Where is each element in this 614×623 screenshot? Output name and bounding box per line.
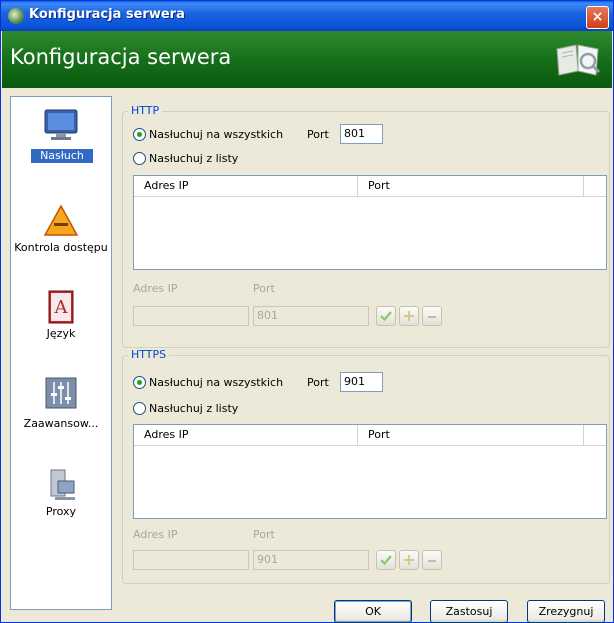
title-bar[interactable]: Konfiguracja serwera ×: [1, 1, 613, 31]
http-port-label: Port: [307, 128, 329, 141]
svg-text:A: A: [54, 297, 69, 318]
https-listen-list-label: Nasłuchuj z listy: [149, 402, 239, 415]
sidebar: Nasłuch Kontrola dostępu A Język Zaawans…: [10, 96, 112, 610]
http-group: HTTP Nasłuchuj na wszystkich Port 801 Na…: [122, 104, 610, 348]
http-list-header: Adres IP Port: [134, 176, 606, 197]
https-address-list[interactable]: Adres IP Port: [133, 424, 607, 519]
https-list-header: Adres IP Port: [134, 425, 606, 446]
sliders-icon: [45, 377, 77, 409]
https-col-port[interactable]: Port: [358, 425, 584, 445]
https-ip-input[interactable]: [133, 550, 249, 570]
http-listen-all-radio[interactable]: [133, 128, 146, 141]
http-listen-all-label: Nasłuchuj na wszystkich: [149, 128, 284, 141]
http-port-input[interactable]: 801: [340, 124, 383, 144]
https-listen-all-radio[interactable]: [133, 376, 146, 389]
access-control-label: Kontrola dostępu: [14, 241, 108, 254]
app-icon: [8, 8, 24, 24]
sidebar-item-label: Proxy: [45, 505, 77, 518]
http-group-title: HTTP: [128, 104, 163, 117]
sidebar-item-label: Nasłuch: [31, 149, 93, 163]
http-port-label-2: Port: [253, 282, 275, 295]
ok-button[interactable]: OK: [334, 600, 412, 623]
sidebar-item-advanced[interactable]: Zaawansow...: [11, 367, 111, 447]
http-address-list[interactable]: Adres IP Port: [133, 175, 607, 270]
cancel-button[interactable]: Zrezygnuj: [527, 600, 605, 623]
http-ip-input[interactable]: [133, 306, 249, 326]
banner-title: Konfiguracja serwera: [10, 45, 232, 69]
http-listen-list-label: Nasłuchuj z listy: [149, 152, 239, 165]
sidebar-item-label: Zaawansow...: [23, 417, 99, 430]
header-banner: Konfiguracja serwera: [2, 31, 612, 88]
http-col-port[interactable]: Port: [358, 176, 584, 196]
sidebar-item-proxy[interactable]: Proxy: [11, 463, 111, 543]
checkmark-icon: [380, 311, 392, 322]
close-button[interactable]: ×: [586, 6, 609, 29]
warning-icon: [43, 204, 79, 236]
sidebar-item-language[interactable]: A Język: [11, 283, 111, 363]
sidebar-item-label: Język: [46, 327, 76, 340]
https-port-label: Port: [307, 376, 329, 389]
http-add-button[interactable]: [399, 306, 419, 326]
https-listen-list-radio[interactable]: [133, 402, 146, 415]
https-listen-all-label: Nasłuchuj na wszystkich: [149, 376, 284, 389]
minus-icon: [428, 316, 436, 318]
monitor-icon: [44, 109, 78, 140]
http-listen-list-radio[interactable]: [133, 152, 146, 165]
book-search-icon: [556, 44, 601, 76]
https-ip-label: Adres IP: [133, 528, 178, 541]
https-port-input-2[interactable]: 901: [253, 550, 369, 570]
sidebar-item-listen[interactable]: Nasłuch: [11, 97, 111, 207]
checkmark-icon: [380, 555, 392, 566]
plus-icon: [404, 555, 414, 565]
sidebar-item-access-control[interactable]: Kontrola dostępu: [11, 193, 111, 283]
sidebar-item-label: Kontrola dostępu: [11, 241, 111, 255]
http-confirm-button[interactable]: [376, 306, 396, 326]
https-remove-button[interactable]: [422, 550, 442, 570]
http-ip-label: Adres IP: [133, 282, 178, 295]
computer-icon: [50, 469, 75, 500]
dictionary-icon: A: [48, 290, 74, 324]
https-group: HTTPS Nasłuchuj na wszystkich Port 901 N…: [122, 348, 610, 584]
https-confirm-button[interactable]: [376, 550, 396, 570]
window-title: Konfiguracja serwera: [29, 7, 185, 22]
https-group-title: HTTPS: [128, 348, 170, 361]
http-remove-button[interactable]: [422, 306, 442, 326]
apply-button[interactable]: Zastosuj: [430, 600, 508, 623]
https-port-input[interactable]: 901: [340, 372, 383, 392]
https-port-label-2: Port: [253, 528, 275, 541]
plus-icon: [404, 311, 414, 321]
minus-icon: [428, 560, 436, 562]
http-col-ip[interactable]: Adres IP: [134, 176, 358, 196]
https-col-ip[interactable]: Adres IP: [134, 425, 358, 445]
http-port-input-2[interactable]: 801: [253, 306, 369, 326]
https-add-button[interactable]: [399, 550, 419, 570]
server-config-window: Konfiguracja serwera × Konfiguracja serw…: [0, 0, 614, 623]
